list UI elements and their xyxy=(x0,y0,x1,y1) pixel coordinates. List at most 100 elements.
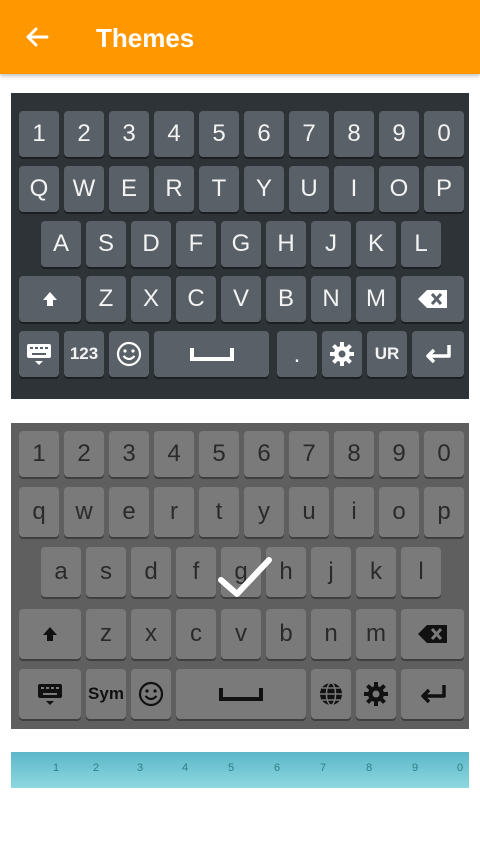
key-l: L xyxy=(401,221,441,267)
period-key: . xyxy=(277,331,317,377)
key-o: O xyxy=(379,166,419,212)
key-0: 0 xyxy=(424,431,464,477)
key-5: 5 xyxy=(228,762,235,774)
key-3: 3 xyxy=(109,111,149,157)
key-j: j xyxy=(311,547,351,597)
theme-dark-preview[interactable]: 1 2 3 4 5 6 7 8 9 0 Q W E R T Y U I O P … xyxy=(11,93,469,399)
key-t: t xyxy=(199,487,239,537)
key-4: 4 xyxy=(154,431,194,477)
key-2: 2 xyxy=(93,762,100,774)
key-7: 7 xyxy=(320,762,327,774)
key-7: 7 xyxy=(289,431,329,477)
key-3: 3 xyxy=(109,431,149,477)
key-5: 5 xyxy=(199,431,239,477)
key-n: N xyxy=(311,276,351,322)
space-bar-icon xyxy=(219,688,263,701)
smiley-icon xyxy=(138,681,164,707)
app-bar: Themes xyxy=(0,0,480,74)
key-q: Q xyxy=(19,166,59,212)
key-y: y xyxy=(244,487,284,537)
key-y: Y xyxy=(244,166,284,212)
shift-arrow-icon xyxy=(43,292,57,306)
key-1: 1 xyxy=(19,111,59,157)
key-9: 9 xyxy=(412,762,419,774)
symbols-key: Sym xyxy=(86,669,126,719)
space-key xyxy=(154,331,269,377)
key-b: B xyxy=(266,276,306,322)
key-i: i xyxy=(334,487,374,537)
space-key xyxy=(176,669,306,719)
key-a: a xyxy=(41,547,81,597)
emoji-key xyxy=(109,331,149,377)
key-3: 3 xyxy=(137,762,144,774)
numbers-label: 123 xyxy=(69,344,99,363)
key-1: 1 xyxy=(53,762,60,774)
key-m: M xyxy=(356,276,396,322)
key-9: 9 xyxy=(379,431,419,477)
theme-teal-preview[interactable]: 1 2 3 4 5 6 7 8 9 0 xyxy=(11,752,469,788)
key-h: H xyxy=(266,221,306,267)
key-z: Z xyxy=(86,276,126,322)
key-8: 8 xyxy=(334,431,374,477)
key-m: m xyxy=(356,609,396,659)
shift-key xyxy=(19,609,81,659)
key-0: 0 xyxy=(424,111,464,157)
key-l: l xyxy=(401,547,441,597)
globe-icon xyxy=(320,682,342,706)
key-s: S xyxy=(86,221,126,267)
key-f: F xyxy=(176,221,216,267)
key-v: V xyxy=(221,276,261,322)
keyboard-icon xyxy=(27,344,51,365)
key-d: d xyxy=(131,547,171,597)
arrow-left-icon xyxy=(26,27,49,47)
symbols-label: Sym xyxy=(88,684,124,703)
key-a: A xyxy=(41,221,81,267)
settings-key xyxy=(322,331,362,377)
key-u: u xyxy=(289,487,329,537)
back-button[interactable] xyxy=(22,22,52,52)
key-p: p xyxy=(424,487,464,537)
checkmark-icon xyxy=(218,557,272,597)
page-title: Themes xyxy=(96,23,195,53)
enter-key xyxy=(412,331,464,377)
language-key: UR xyxy=(367,331,407,377)
key-8: 8 xyxy=(366,762,373,774)
backspace-icon xyxy=(417,625,447,643)
key-w: w xyxy=(64,487,104,537)
language-label: UR xyxy=(374,344,400,363)
key-o: o xyxy=(379,487,419,537)
key-v: v xyxy=(221,609,261,659)
key-p: P xyxy=(424,166,464,212)
key-n: n xyxy=(311,609,351,659)
gear-icon xyxy=(364,682,388,706)
backspace-key xyxy=(401,276,464,322)
shift-arrow-icon xyxy=(43,627,57,641)
key-s: s xyxy=(86,547,126,597)
language-key xyxy=(311,669,351,719)
key-k: k xyxy=(356,547,396,597)
key-9: 9 xyxy=(379,111,419,157)
settings-key xyxy=(356,669,396,719)
key-x: x xyxy=(131,609,171,659)
theme-gray-preview[interactable]: 1 2 3 4 5 6 7 8 9 0 q w e r t y u i o p … xyxy=(11,423,469,729)
enter-icon xyxy=(420,685,446,704)
keyboard-icon xyxy=(38,684,62,705)
key-5: 5 xyxy=(199,111,239,157)
key-8: 8 xyxy=(334,111,374,157)
key-f: f xyxy=(176,547,216,597)
numbers-key: 123 xyxy=(64,331,104,377)
keyboard-switch-key xyxy=(19,669,81,719)
key-6: 6 xyxy=(244,431,284,477)
enter-key xyxy=(401,669,464,719)
key-2: 2 xyxy=(64,431,104,477)
key-r: r xyxy=(154,487,194,537)
space-bar-icon xyxy=(189,348,234,361)
key-0: 0 xyxy=(457,762,464,774)
key-k: K xyxy=(356,221,396,267)
key-q: q xyxy=(19,487,59,537)
backspace-icon xyxy=(417,290,447,308)
emoji-key xyxy=(131,669,171,719)
key-b: b xyxy=(266,609,306,659)
key-4: 4 xyxy=(154,111,194,157)
key-j: J xyxy=(311,221,351,267)
